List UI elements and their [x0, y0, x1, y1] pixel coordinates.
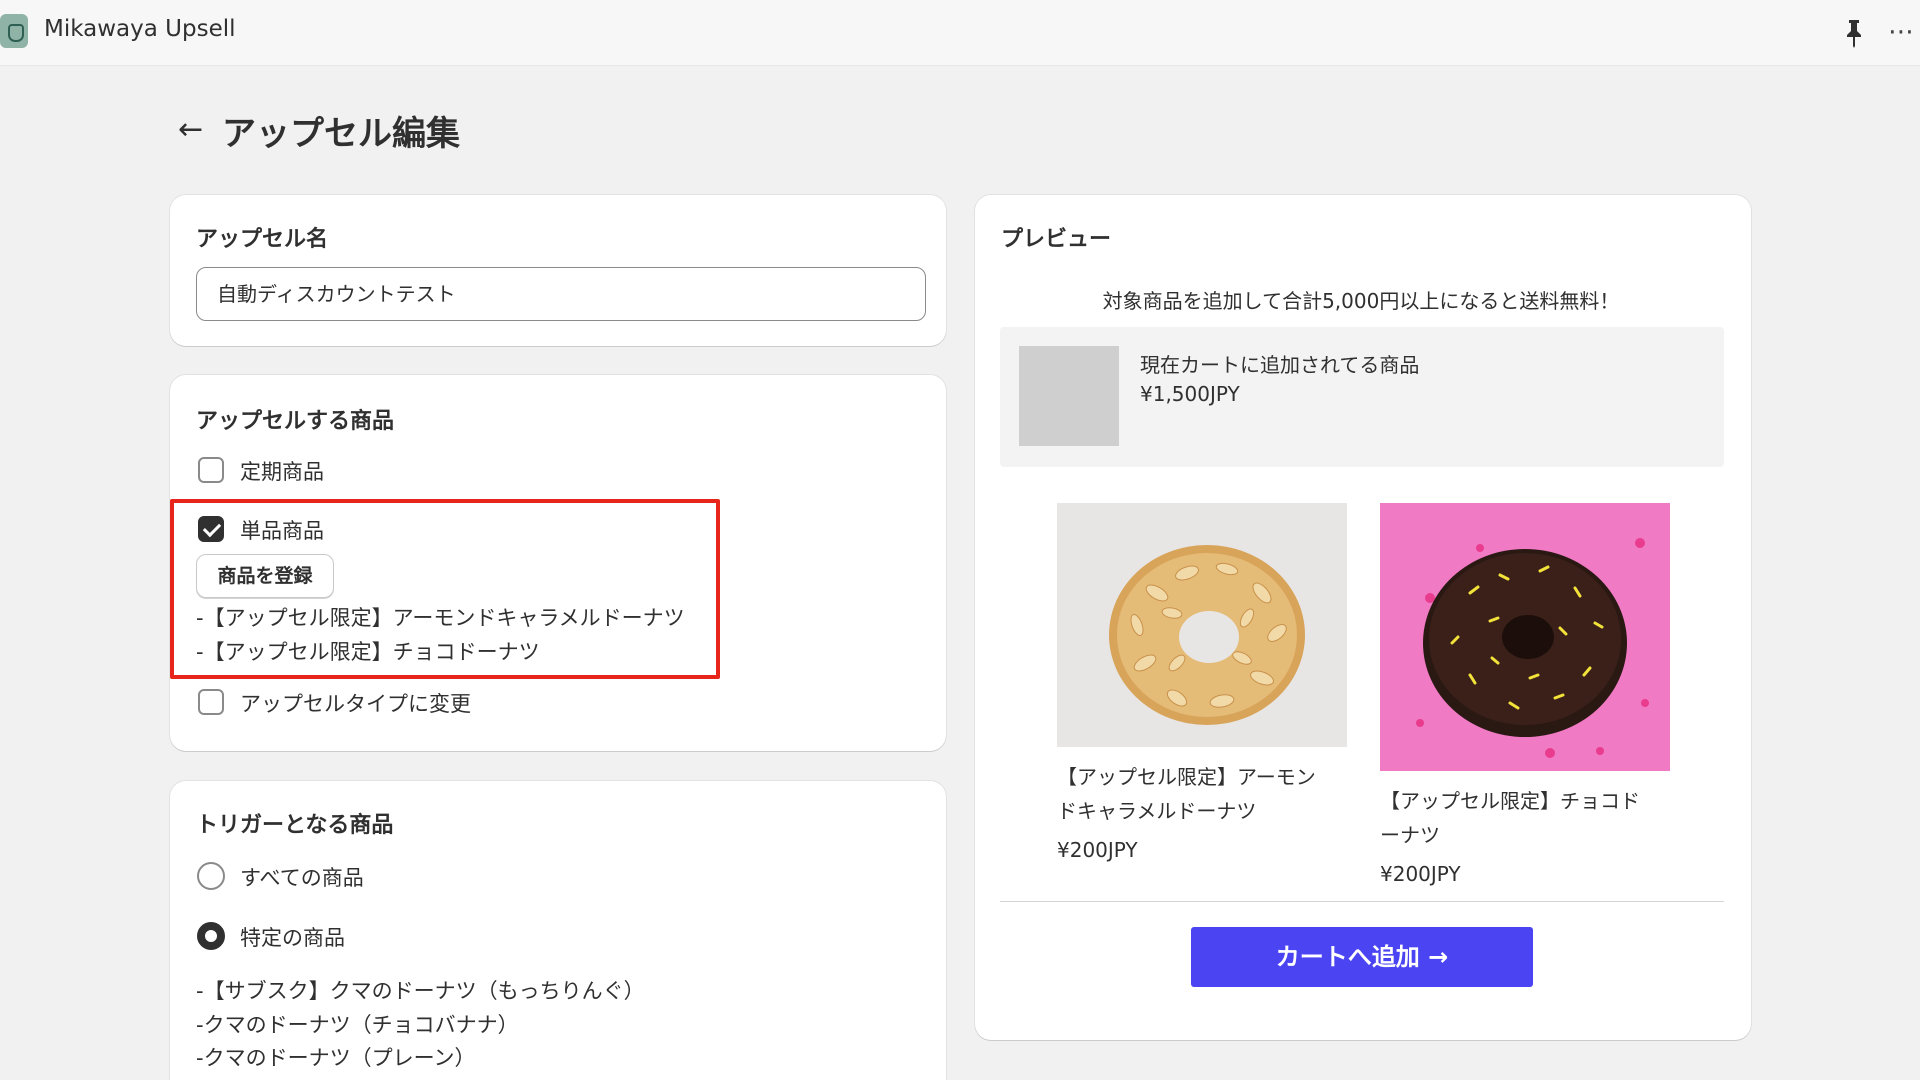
page-title: アップセル編集 — [222, 114, 460, 154]
trigger-products-title: トリガーとなる商品 — [196, 813, 394, 838]
app-top-bar: Mikawaya Upsell ⋯ — [0, 0, 1920, 66]
all-products-radio[interactable] — [197, 862, 225, 890]
highlight-annotation — [170, 499, 720, 679]
cart-item-thumbnail — [1019, 346, 1119, 446]
change-upsell-type-label: アップセルタイプに変更 — [240, 692, 471, 716]
app-title: Mikawaya Upsell — [44, 16, 236, 42]
subscription-product-checkbox[interactable] — [198, 457, 224, 483]
all-products-label: すべての商品 — [240, 866, 364, 890]
upsell-name-input[interactable]: 自動ディスカウントテスト — [196, 267, 926, 321]
cart-item-name: 現在カートに追加されてる商品 — [1140, 353, 1420, 377]
preview-divider — [1000, 901, 1724, 902]
add-to-cart-button[interactable]: カートへ追加 → — [1191, 927, 1533, 987]
current-cart-item: 現在カートに追加されてる商品 ¥1,500JPY — [1000, 327, 1724, 467]
product-price: ¥200JPY — [1057, 838, 1138, 862]
product-name-line: 【アップセル限定】アーモン — [1057, 765, 1316, 789]
specific-products-label: 特定の商品 — [240, 926, 345, 950]
app-logo-icon — [0, 14, 28, 48]
preview-title: プレビュー — [1001, 227, 1112, 252]
trigger-product-list-item: -クマのドーナツ（チョコバナナ） — [196, 1013, 519, 1037]
trigger-products-card: トリガーとなる商品 すべての商品 特定の商品 -【サブスク】クマのドーナツ（もっ… — [170, 781, 946, 1080]
chocolate-donut-image[interactable] — [1380, 503, 1670, 771]
change-upsell-type-checkbox[interactable] — [198, 689, 224, 715]
preview-card: プレビュー 対象商品を追加して合計5,000円以上になると送料無料！ 現在カート… — [975, 195, 1751, 1040]
upsell-name-title: アップセル名 — [196, 227, 329, 252]
product-name: 【アップセル限定】アーモン ドキャラメルドーナツ — [1057, 760, 1357, 828]
free-shipping-message: 対象商品を追加して合計5,000円以上になると送料無料！ — [1102, 289, 1620, 313]
upsell-name-card: アップセル名 自動ディスカウントテスト — [170, 195, 946, 346]
almond-donut-image[interactable] — [1057, 503, 1347, 747]
subscription-product-label: 定期商品 — [240, 460, 324, 484]
upsell-products-title: アップセルする商品 — [196, 409, 395, 434]
pin-icon[interactable] — [1843, 18, 1865, 48]
trigger-product-list-item: -クマのドーナツ（プレーン） — [196, 1046, 476, 1070]
product-name-line: 【アップセル限定】チョコド — [1380, 789, 1640, 813]
cart-item-price: ¥1,500JPY — [1140, 382, 1240, 406]
more-options-icon[interactable]: ⋯ — [1886, 14, 1916, 50]
product-name: 【アップセル限定】チョコド ーナツ — [1380, 784, 1680, 852]
back-arrow-icon[interactable]: ← — [178, 112, 210, 148]
product-price: ¥200JPY — [1380, 862, 1461, 886]
product-name-line: ーナツ — [1380, 823, 1440, 847]
specific-products-radio[interactable] — [197, 922, 225, 950]
product-name-line: ドキャラメルドーナツ — [1057, 799, 1257, 823]
trigger-product-list-item: -【サブスク】クマのドーナツ（もっちりんぐ） — [196, 979, 645, 1003]
